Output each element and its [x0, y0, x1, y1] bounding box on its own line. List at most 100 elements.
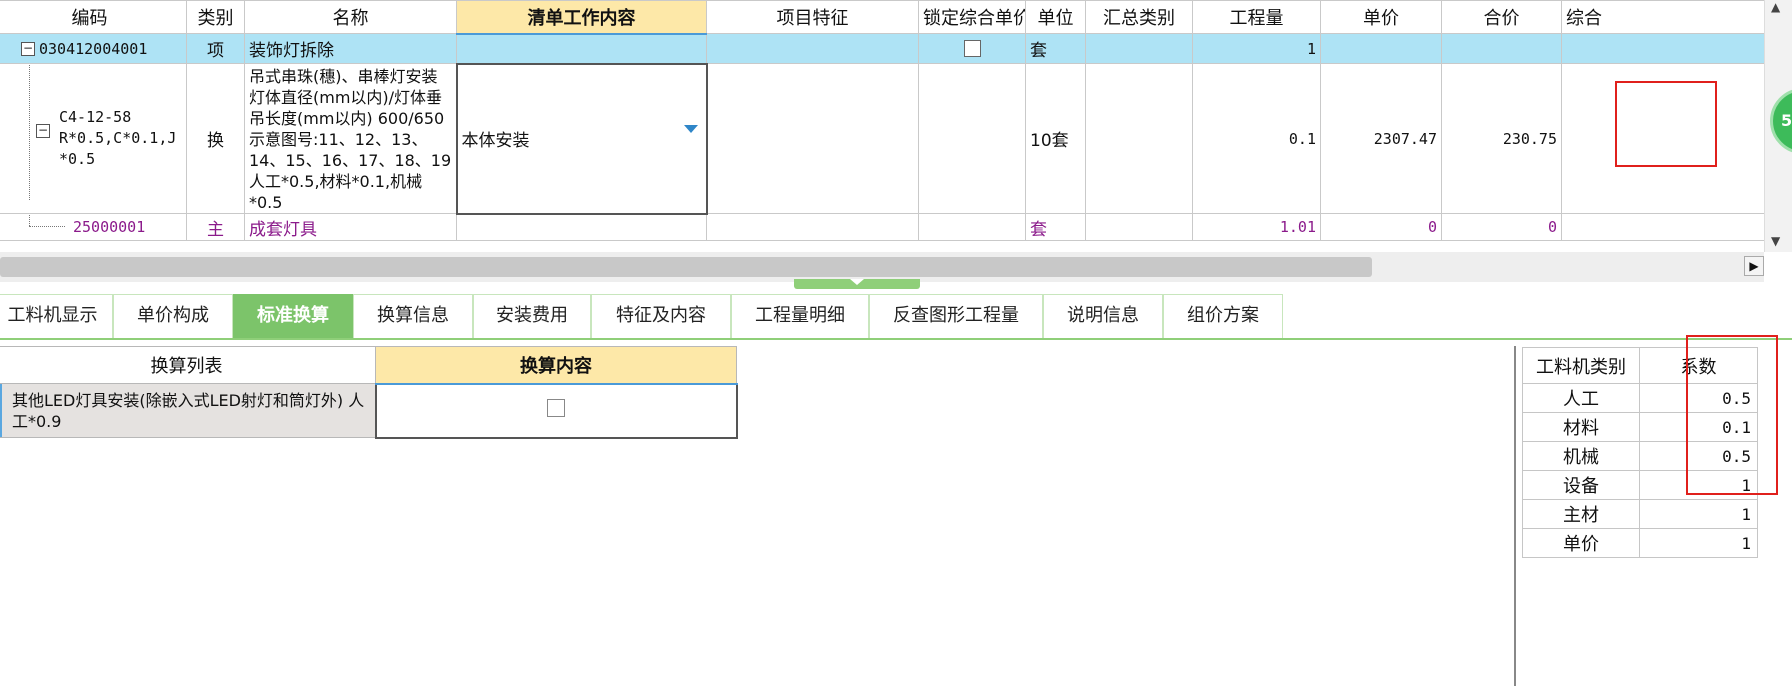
- col-header-summary[interactable]: 汇总类别: [1085, 0, 1193, 34]
- col-header-composite[interactable]: 综合: [1561, 0, 1783, 34]
- unit-price-cell[interactable]: 0: [1320, 213, 1442, 241]
- quantity-cell[interactable]: 1.01: [1192, 213, 1321, 241]
- name-cell[interactable]: 成套灯具: [244, 213, 457, 241]
- dropdown-arrow-icon[interactable]: [683, 124, 698, 133]
- summary-cell[interactable]: [1085, 63, 1193, 214]
- lock-price-checkbox[interactable]: [963, 40, 981, 57]
- coefficient-panel: 工料机类别 系数 人工 0.5 材料 0.1 机械 0.5 设备 1 主材 1 单价 1: [1522, 347, 1758, 558]
- conversion-item-label[interactable]: 其他LED灯具安装(除嵌入式LED射灯和筒灯外) 人工*0.9: [0, 383, 376, 438]
- col-header-work-content[interactable]: 清单工作内容: [456, 0, 707, 35]
- table-row[interactable]: − C4-12-58 R*0.5,C*0.1,J *0.5 换 吊式串珠(穗)、…: [0, 62, 1783, 215]
- col-header-category: 工料机类别: [1522, 347, 1640, 384]
- unit-price-cell[interactable]: 2307.47: [1320, 63, 1442, 214]
- feature-cell[interactable]: [706, 63, 919, 214]
- work-content-dropdown[interactable]: 本体安装: [455, 62, 708, 215]
- collapse-icon[interactable]: −: [21, 41, 35, 56]
- table-row[interactable]: 单价 1: [1522, 528, 1758, 558]
- scrollbar-thumb[interactable]: [0, 257, 1372, 277]
- tab-description[interactable]: 说明信息: [1043, 294, 1163, 338]
- work-cell[interactable]: [456, 213, 707, 241]
- panel-splitter-handle[interactable]: [794, 279, 920, 289]
- col-header-total[interactable]: 合价: [1441, 0, 1562, 34]
- composite-cell[interactable]: [1561, 213, 1783, 241]
- scroll-down-icon[interactable]: ▼: [1771, 234, 1780, 248]
- category-cell: 材料: [1522, 412, 1640, 442]
- bill-table: 编码 类别 名称 清单工作内容 项目特征 锁定综合单价 单位 汇总类别 工程量 …: [0, 0, 1783, 241]
- table-row[interactable]: 25000001 主 成套灯具 套 1.01 0 0: [0, 213, 1783, 241]
- tab-features-content[interactable]: 特征及内容: [591, 294, 731, 338]
- coefficient-value-cell[interactable]: 1: [1639, 499, 1758, 529]
- detail-tabs: 工料机显示 单价构成 标准换算 换算信息 安装费用 特征及内容 工程量明细 反查…: [0, 294, 1792, 340]
- tab-quantity-details[interactable]: 工程量明细: [731, 294, 869, 338]
- total-cell[interactable]: [1441, 33, 1562, 64]
- tab-labor-material-machine[interactable]: 工料机显示: [0, 294, 113, 338]
- code-cell[interactable]: − C4-12-58 R*0.5,C*0.1,J *0.5: [0, 63, 187, 214]
- collapse-icon[interactable]: −: [36, 124, 50, 138]
- grid-header-row: 编码 类别 名称 清单工作内容 项目特征 锁定综合单价 单位 汇总类别 工程量 …: [0, 0, 1783, 35]
- col-header-name[interactable]: 名称: [244, 0, 457, 34]
- unit-price-cell[interactable]: [1320, 33, 1442, 64]
- coefficient-value-cell[interactable]: 0.5: [1639, 383, 1758, 413]
- summary-cell[interactable]: [1085, 213, 1193, 241]
- col-header-conversion-content: 换算内容: [375, 346, 737, 385]
- coefficient-header-row: 工料机类别 系数: [1522, 347, 1758, 384]
- conversion-panel: 换算列表 换算内容 其他LED灯具安装(除嵌入式LED射灯和筒灯外) 人工*0.…: [0, 346, 1516, 686]
- tab-graphic-quantity[interactable]: 反查图形工程量: [869, 294, 1043, 338]
- type-cell[interactable]: 项: [186, 33, 245, 64]
- unit-cell[interactable]: 套: [1025, 33, 1086, 64]
- lock-price-cell[interactable]: [918, 33, 1026, 64]
- unit-cell[interactable]: 套: [1025, 213, 1086, 241]
- table-row[interactable]: 机械 0.5: [1522, 441, 1758, 471]
- col-header-conversion-list: 换算列表: [0, 346, 376, 384]
- conversion-checkbox[interactable]: [547, 399, 565, 417]
- col-header-quantity[interactable]: 工程量: [1192, 0, 1321, 34]
- lock-price-cell[interactable]: [918, 63, 1026, 214]
- feature-cell[interactable]: [706, 33, 919, 64]
- code-cell[interactable]: 25000001: [0, 213, 187, 241]
- quantity-cell[interactable]: 0.1: [1192, 63, 1321, 214]
- col-header-unit[interactable]: 单位: [1025, 0, 1086, 34]
- composite-cell[interactable]: [1561, 63, 1783, 214]
- table-row[interactable]: 材料 0.1: [1522, 412, 1758, 442]
- name-cell[interactable]: 吊式串珠(穗)、串棒灯安装 灯体直径(mm以内)/灯体垂吊长度(mm以内) 60…: [244, 63, 457, 214]
- tab-unit-price-composition[interactable]: 单价构成: [113, 294, 233, 338]
- work-cell[interactable]: [456, 33, 707, 64]
- category-cell: 单价: [1522, 528, 1640, 558]
- lock-price-cell[interactable]: [918, 213, 1026, 241]
- conversion-item-check-cell[interactable]: [374, 382, 738, 439]
- coefficient-value-cell[interactable]: 1: [1639, 528, 1758, 558]
- type-cell[interactable]: 主: [186, 213, 245, 241]
- tab-pricing-scheme[interactable]: 组价方案: [1163, 294, 1283, 338]
- horizontal-scrollbar[interactable]: ▶: [0, 252, 1764, 282]
- name-cell[interactable]: 装饰灯拆除: [244, 33, 457, 64]
- unit-cell[interactable]: 10套: [1025, 63, 1086, 214]
- col-header-lock-price[interactable]: 锁定综合单价: [918, 0, 1026, 34]
- table-row[interactable]: 设备 1: [1522, 470, 1758, 500]
- col-header-code[interactable]: 编码: [0, 0, 187, 34]
- quantity-cell[interactable]: 1: [1192, 33, 1321, 64]
- coefficient-value-cell[interactable]: 0.1: [1639, 412, 1758, 442]
- total-cell[interactable]: 0: [1441, 213, 1562, 241]
- col-header-unit-price[interactable]: 单价: [1320, 0, 1442, 34]
- tab-conversion-info[interactable]: 换算信息: [353, 294, 473, 338]
- col-header-coefficient: 系数: [1639, 347, 1758, 384]
- scroll-right-icon[interactable]: ▶: [1744, 256, 1764, 276]
- table-row[interactable]: 主材 1: [1522, 499, 1758, 529]
- feature-cell[interactable]: [706, 213, 919, 241]
- scroll-up-icon[interactable]: ▲: [1771, 0, 1780, 14]
- coefficient-value-cell[interactable]: 0.5: [1639, 441, 1758, 471]
- list-item[interactable]: 其他LED灯具安装(除嵌入式LED射灯和筒灯外) 人工*0.9: [0, 382, 738, 439]
- composite-cell[interactable]: [1561, 33, 1783, 64]
- col-header-type[interactable]: 类别: [186, 0, 245, 34]
- col-header-feature[interactable]: 项目特征: [706, 0, 919, 34]
- total-cell[interactable]: 230.75: [1441, 63, 1562, 214]
- table-row[interactable]: 人工 0.5: [1522, 383, 1758, 413]
- code-cell[interactable]: −030412004001: [0, 33, 187, 64]
- table-row[interactable]: −030412004001 项 装饰灯拆除 套 1: [0, 33, 1783, 64]
- summary-cell[interactable]: [1085, 33, 1193, 64]
- category-cell: 主材: [1522, 499, 1640, 529]
- tab-standard-conversion[interactable]: 标准换算: [233, 294, 353, 338]
- type-cell[interactable]: 换: [186, 63, 245, 214]
- tab-installation-fee[interactable]: 安装费用: [473, 294, 591, 338]
- coefficient-value-cell[interactable]: 1: [1639, 470, 1758, 500]
